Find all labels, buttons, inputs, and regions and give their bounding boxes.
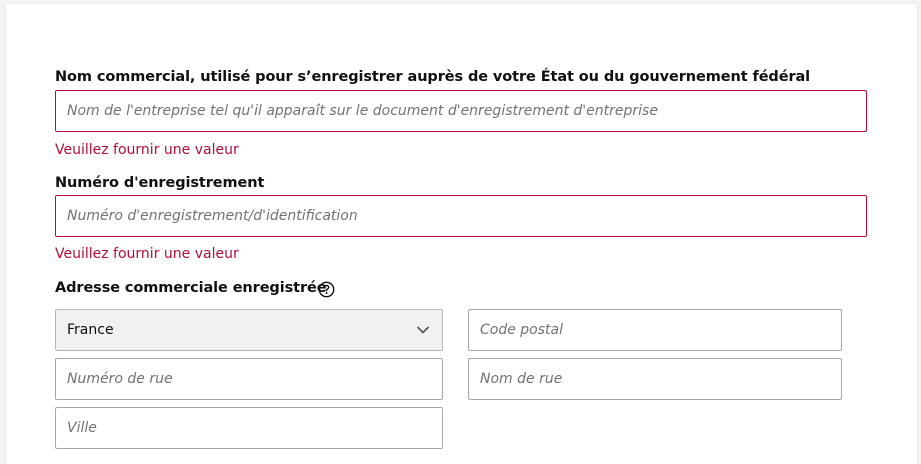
country-select[interactable]: France: [55, 309, 443, 351]
business-name-label: Nom commercial, utilisé pour s’enregistr…: [55, 69, 811, 85]
street-name-input[interactable]: Nom de rue: [468, 358, 842, 400]
registration-number-error: Veuillez fournir une valeur: [55, 246, 239, 262]
city-input[interactable]: Ville: [55, 407, 443, 449]
registration-number-input[interactable]: Numéro d'enregistrement/d'identification: [55, 195, 867, 237]
address-label: Adresse commerciale enregistrée: [55, 280, 327, 296]
country-select-value: France: [67, 322, 114, 338]
business-name-input[interactable]: Nom de l'entreprise tel qu'il apparaît s…: [55, 90, 867, 132]
chevron-down-icon: [416, 323, 430, 341]
registration-number-label: Numéro d'enregistrement: [55, 175, 265, 191]
business-name-error: Veuillez fournir une valeur: [55, 142, 239, 158]
street-number-input[interactable]: Numéro de rue: [55, 358, 443, 400]
question-circle-icon[interactable]: [318, 281, 335, 302]
postal-code-input[interactable]: Code postal: [468, 309, 842, 351]
